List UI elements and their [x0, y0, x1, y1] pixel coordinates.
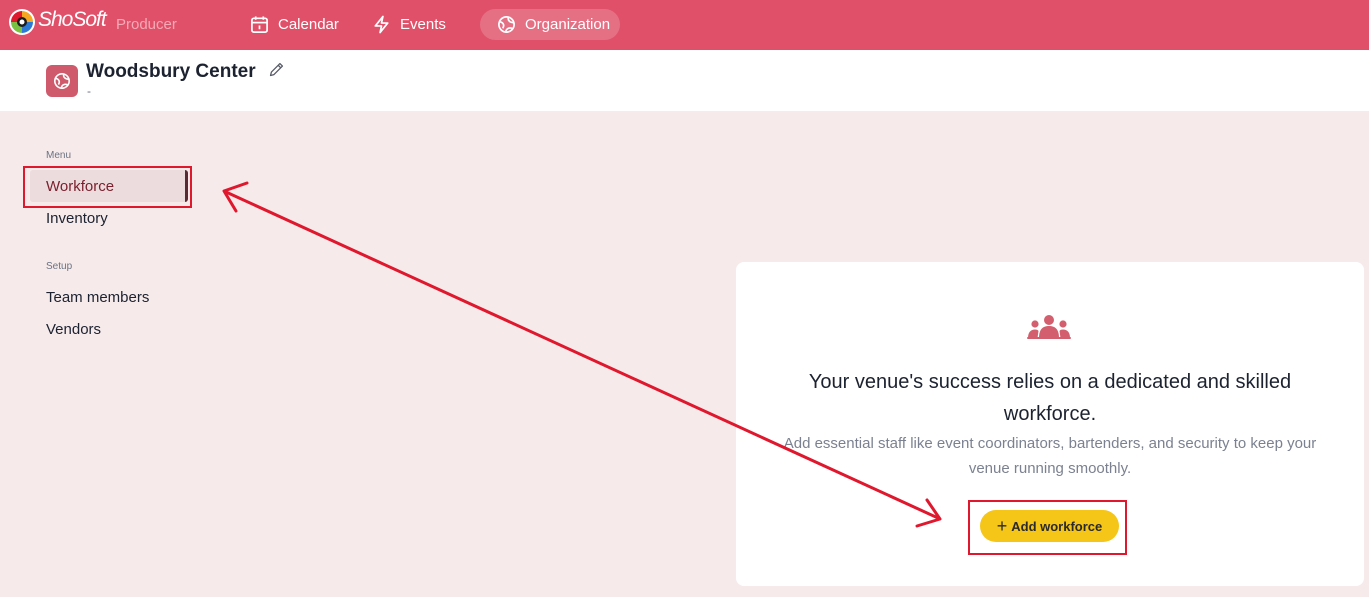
empty-state-title: Your venue's success relies on a dedicat…: [808, 371, 1292, 425]
globe-icon: [498, 16, 515, 33]
add-workforce-label: Add workforce: [1011, 518, 1103, 534]
globe-icon: [53, 72, 71, 90]
empty-state-description: Add essential staff like event coordinat…: [783, 435, 1317, 477]
nav-calendar-label: Calendar: [278, 16, 339, 33]
shosoft-logo-icon: [9, 9, 35, 35]
nav-events-label: Events: [400, 16, 446, 33]
sidebar-item-vendors[interactable]: Vendors: [46, 321, 101, 338]
nav-events[interactable]: Events: [372, 9, 446, 40]
edit-pencil-icon[interactable]: [268, 61, 285, 78]
lightning-icon: [374, 15, 389, 34]
app-logo-text: ShoSoft: [38, 8, 107, 31]
top-navigation-bar: ShoSoft Producer Calendar Events Organiz…: [0, 0, 1369, 50]
organization-header: Woodsbury Center -: [0, 50, 1369, 111]
sidebar-item-inventory[interactable]: Inventory: [46, 210, 108, 227]
workforce-empty-state-card: Your venue's success relies on a dedicat…: [736, 262, 1364, 586]
sidebar-item-label: Workforce: [46, 178, 115, 195]
sidebar-item-workforce[interactable]: Workforce: [30, 170, 188, 202]
calendar-icon: [251, 16, 268, 33]
nav-organization-label: Organization: [525, 16, 611, 33]
page-title: Woodsbury Center: [86, 61, 256, 82]
nav-calendar[interactable]: Calendar: [250, 9, 339, 40]
organization-subtitle: -: [87, 84, 91, 98]
plus-icon: +: [996, 516, 1008, 536]
sidebar-section-menu: Menu: [46, 150, 72, 161]
team-group-icon: [1027, 315, 1071, 339]
organization-avatar: [46, 65, 78, 97]
add-workforce-button[interactable]: + Add workforce: [980, 510, 1119, 542]
sidebar-section-setup: Setup: [46, 261, 73, 272]
app-logo-subtitle: Producer: [116, 16, 177, 33]
nav-organization[interactable]: Organization: [480, 9, 620, 40]
sidebar-item-team-members[interactable]: Team members: [46, 289, 149, 306]
